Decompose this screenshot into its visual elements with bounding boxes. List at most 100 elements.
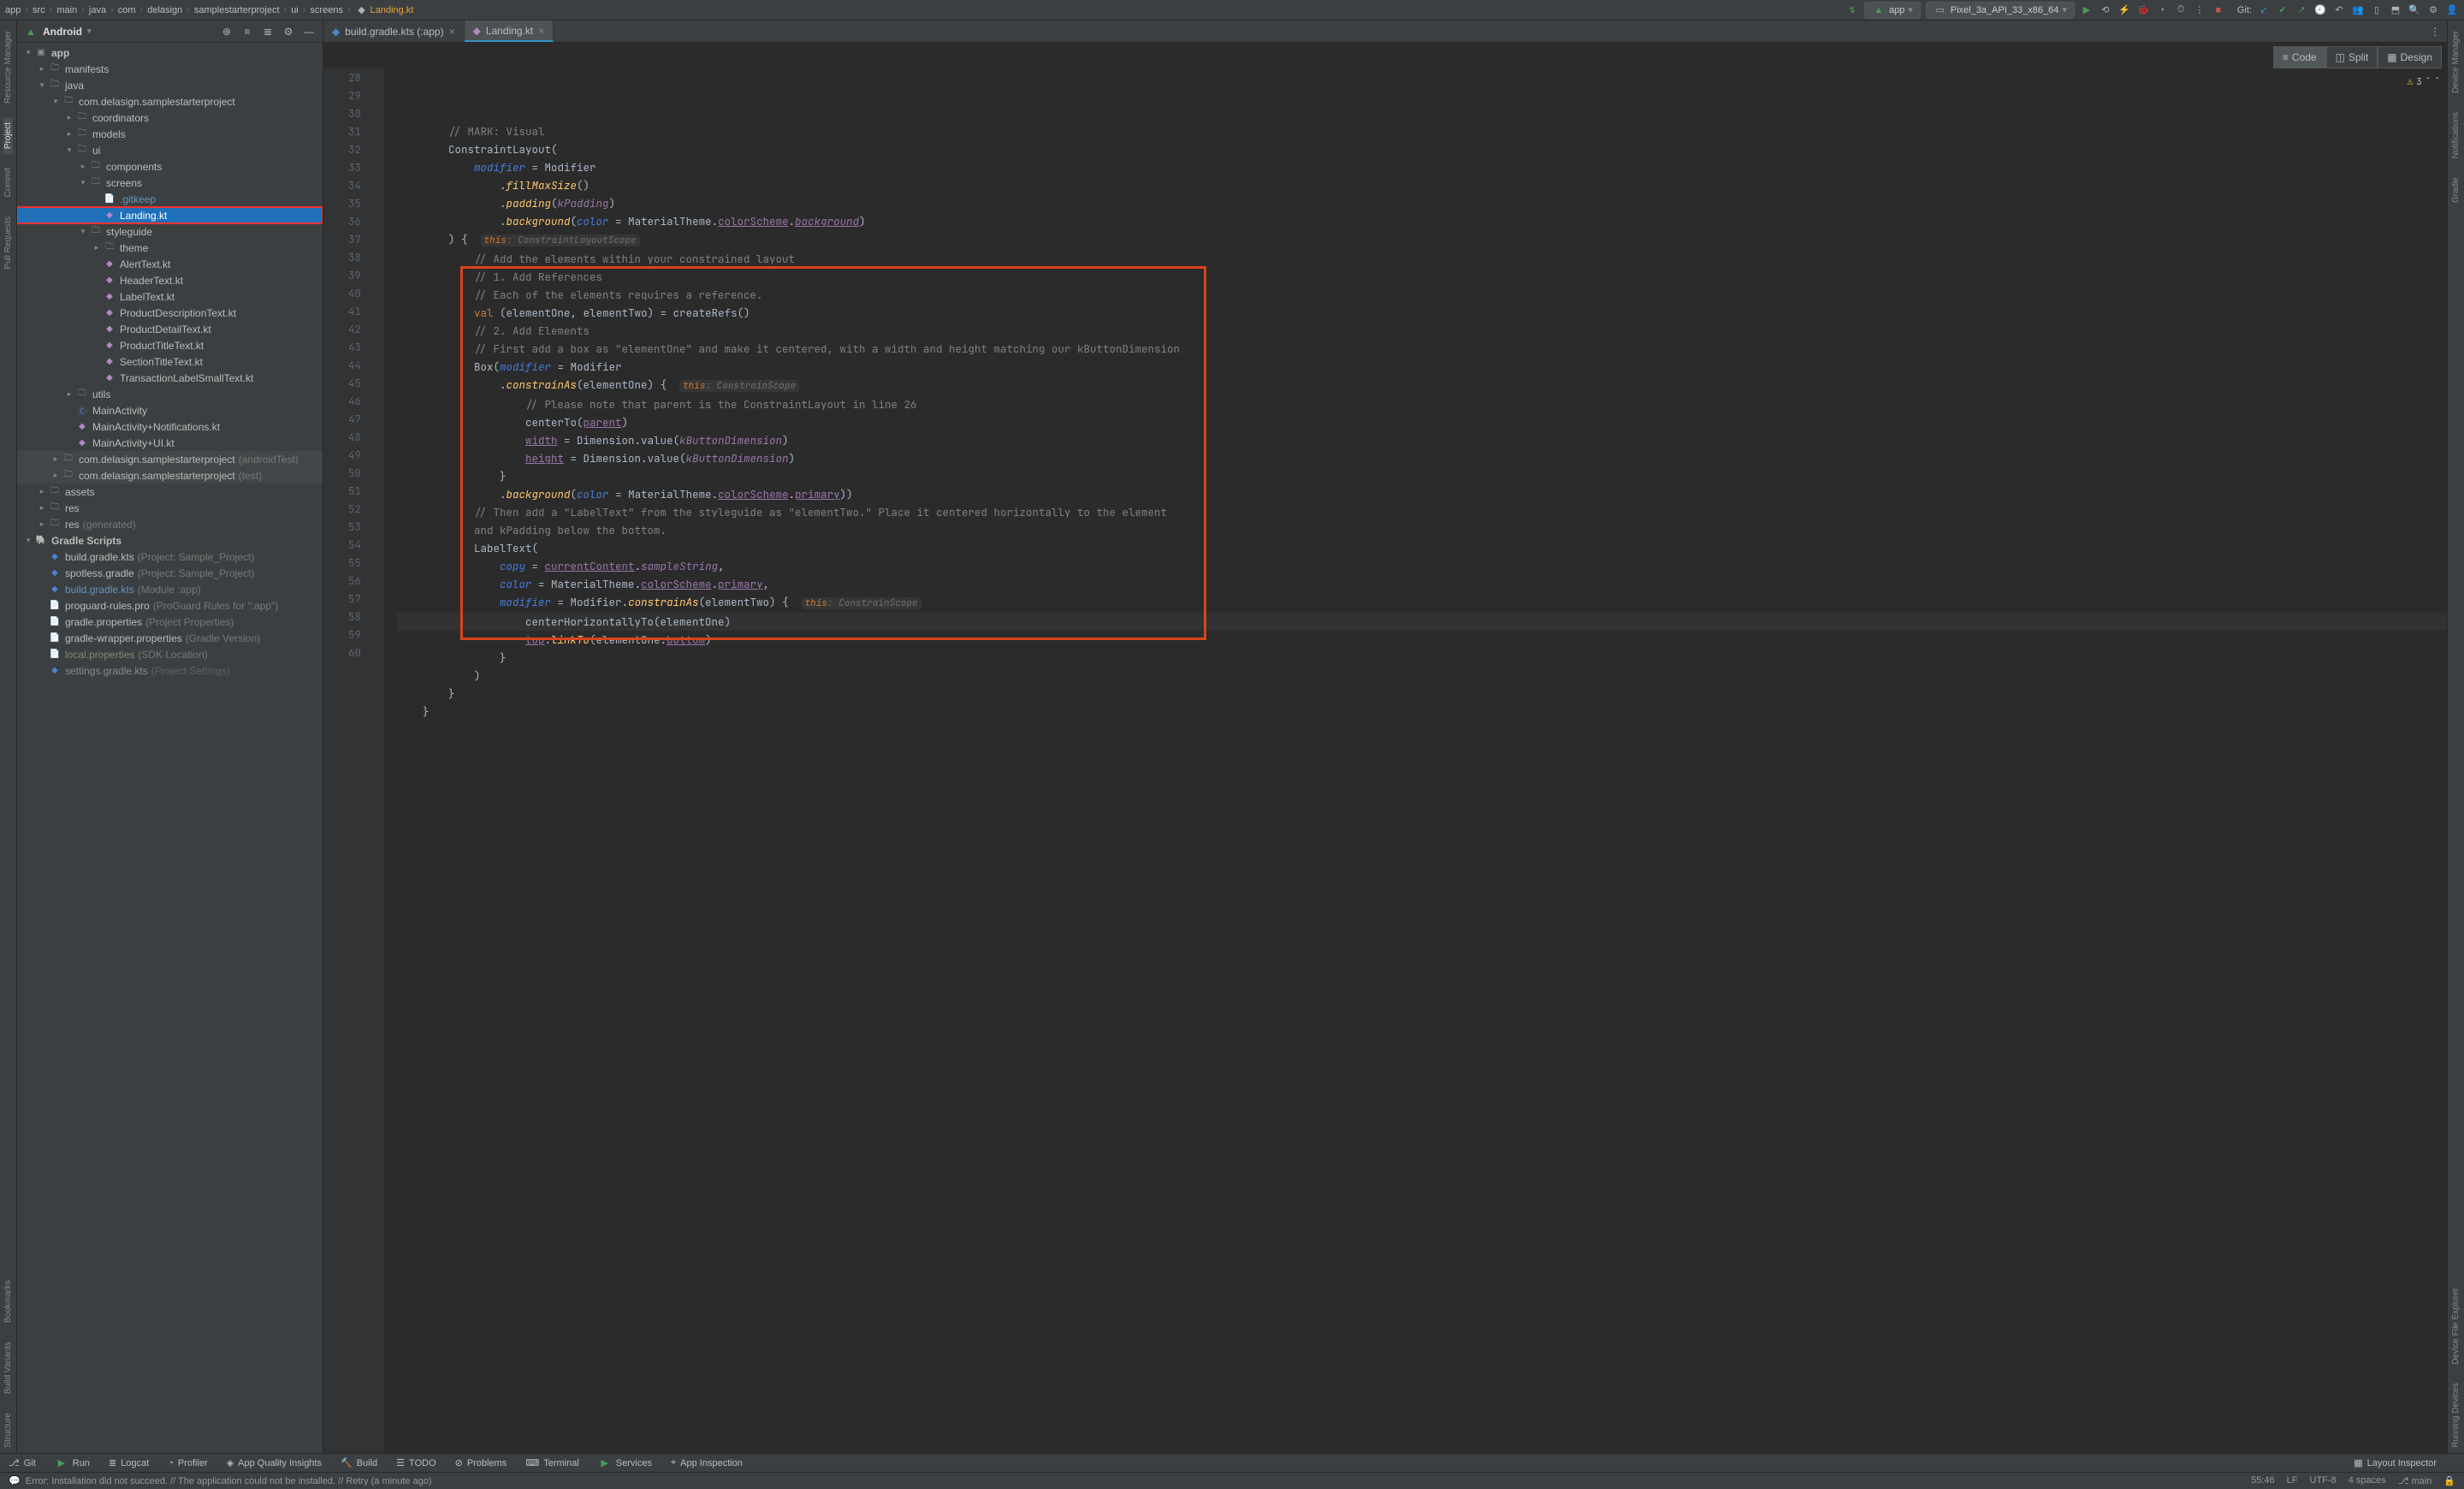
strip-structure[interactable]: Structure bbox=[3, 1408, 13, 1453]
close-icon[interactable]: × bbox=[449, 26, 455, 38]
apply-changes-icon[interactable]: ⟲ bbox=[2099, 3, 2112, 17]
strip-build-variants[interactable]: Build Variants bbox=[3, 1337, 13, 1399]
crumb[interactable]: samplestarterproject bbox=[194, 5, 280, 15]
strip-project[interactable]: Project bbox=[3, 117, 13, 154]
view-design[interactable]: ▦Design bbox=[2378, 46, 2442, 68]
tool-profiler[interactable]: ◔Profiler bbox=[168, 1458, 208, 1468]
caret-position[interactable]: 55:46 bbox=[2251, 1475, 2275, 1486]
tool-git[interactable]: ⎇Git bbox=[9, 1457, 36, 1468]
strip-notifications[interactable]: Notifications bbox=[2451, 107, 2461, 163]
code-editor[interactable]: ⚠3 ˆ ˇ 282930313233343536373839404142434… bbox=[323, 68, 2447, 1453]
tab-menu-icon[interactable]: ⋮ bbox=[2428, 25, 2442, 39]
profile-icon[interactable]: ⏱ bbox=[2174, 3, 2188, 17]
crumb[interactable]: screens bbox=[310, 5, 343, 15]
tool-services[interactable]: ▶Services bbox=[598, 1456, 652, 1470]
strip-resource-manager[interactable]: Resource Manager bbox=[3, 26, 13, 109]
coverage-icon[interactable]: ◔ bbox=[2155, 3, 2169, 17]
chevron-down-icon[interactable]: ˇ bbox=[2434, 74, 2440, 92]
status-message[interactable]: Error: Installation did not succeed. // … bbox=[26, 1476, 432, 1486]
expand-all-icon[interactable]: ≡ bbox=[240, 25, 254, 39]
stop-icon[interactable]: ■ bbox=[2212, 3, 2225, 17]
crumb-active[interactable]: Landing.kt bbox=[370, 5, 414, 15]
tool-terminal[interactable]: ⌨Terminal bbox=[525, 1457, 578, 1468]
tool-todo[interactable]: ☰TODO bbox=[396, 1457, 435, 1468]
kotlin-file-icon: ◆ bbox=[103, 323, 116, 336]
avatar-icon[interactable]: 👤 bbox=[2445, 3, 2459, 17]
collapse-all-icon[interactable]: ≣ bbox=[261, 25, 275, 39]
debug-icon[interactable]: 🐞 bbox=[2136, 3, 2150, 17]
strip-bookmarks[interactable]: Bookmarks bbox=[3, 1275, 13, 1328]
tree-item-landing[interactable]: ◆Landing.kt bbox=[17, 207, 323, 223]
terminal-icon: ⌨ bbox=[525, 1457, 539, 1468]
kotlin-file-icon: ◆ bbox=[103, 209, 116, 222]
history-icon[interactable]: 🕘 bbox=[2313, 3, 2327, 17]
gradle-file-icon: ◆ bbox=[48, 583, 62, 596]
branch-icon: ⎇ bbox=[9, 1457, 20, 1468]
strip-pull-requests[interactable]: Pull Requests bbox=[3, 211, 13, 275]
kotlin-file-icon: ◆ bbox=[103, 290, 116, 304]
tool-layout-inspector[interactable]: ▦Layout Inspector bbox=[2354, 1457, 2437, 1468]
apply-code-icon[interactable]: ⚡ bbox=[2118, 3, 2131, 17]
code-icon: ≡ bbox=[2283, 51, 2289, 63]
crumb[interactable]: com bbox=[118, 5, 136, 15]
tool-run[interactable]: ▶Run bbox=[55, 1456, 90, 1470]
fold-gutter[interactable] bbox=[371, 68, 383, 1453]
rollback-icon[interactable]: ↶ bbox=[2332, 3, 2346, 17]
crumb[interactable]: java bbox=[89, 5, 106, 15]
line-gutter[interactable]: 2829303132333435363738394041424344454647… bbox=[323, 68, 371, 1453]
encoding[interactable]: UTF-8 bbox=[2310, 1475, 2337, 1486]
tool-build[interactable]: 🔨Build bbox=[341, 1457, 377, 1468]
run-config-dropdown[interactable]: ▲app▾ bbox=[1864, 2, 1921, 19]
gradle-icon: 🐘 bbox=[34, 534, 48, 548]
strip-device-manager[interactable]: Device Manager bbox=[2451, 26, 2461, 98]
run-icon[interactable]: ▶ bbox=[2080, 3, 2094, 17]
search-icon[interactable]: 🔍 bbox=[2408, 3, 2421, 17]
kotlin-file-icon: ◆ bbox=[103, 258, 116, 271]
view-split[interactable]: ◫Split bbox=[2326, 46, 2378, 68]
hide-icon[interactable]: — bbox=[302, 25, 316, 39]
tool-problems[interactable]: ⊘Problems bbox=[455, 1457, 507, 1468]
attach-icon[interactable]: ⋮ bbox=[2193, 3, 2206, 17]
chevron-up-icon[interactable]: ˆ bbox=[2426, 74, 2431, 92]
line-sep[interactable]: LF bbox=[2287, 1475, 2298, 1486]
gear-icon[interactable]: ⚙ bbox=[281, 25, 295, 39]
code-with-me-icon[interactable]: 👥 bbox=[2351, 3, 2365, 17]
settings-icon[interactable]: ⚙ bbox=[2426, 3, 2440, 17]
vcs-push-icon[interactable]: ↗ bbox=[2295, 3, 2308, 17]
tool-logcat[interactable]: ≣Logcat bbox=[109, 1457, 149, 1468]
indent[interactable]: 4 spaces bbox=[2348, 1475, 2386, 1486]
crumb[interactable]: main bbox=[56, 5, 77, 15]
package-icon: 🗀 bbox=[75, 128, 89, 141]
package-icon: 🗀 bbox=[103, 241, 116, 255]
strip-gradle[interactable]: Gradle bbox=[2451, 172, 2461, 208]
crumb[interactable]: src bbox=[33, 5, 45, 15]
device-dropdown[interactable]: ▭Pixel_3a_API_33_x86_64▾ bbox=[1926, 2, 2075, 19]
vcs-commit-icon[interactable]: ✔ bbox=[2276, 3, 2289, 17]
tab-landing[interactable]: ◆Landing.kt× bbox=[465, 21, 554, 42]
project-tool-window: ▲ Android ▾ ⊕ ≡ ≣ ⚙ — ▾▣app ▸🗀manifests … bbox=[17, 21, 323, 1453]
inspection-widget[interactable]: ⚠3 ˆ ˇ bbox=[2408, 74, 2440, 92]
lock-icon[interactable]: 🔒 bbox=[2443, 1475, 2455, 1486]
devices-icon[interactable]: ▯ bbox=[2370, 3, 2384, 17]
sync-gradle-icon[interactable]: ↯ bbox=[1845, 3, 1859, 17]
vcs-update-icon[interactable]: ↙ bbox=[2257, 3, 2271, 17]
project-view-dropdown[interactable]: ▲ Android ▾ bbox=[24, 25, 92, 39]
strip-commit[interactable]: Commit bbox=[3, 163, 13, 202]
crumb[interactable]: ui bbox=[291, 5, 299, 15]
crumb[interactable]: delasign bbox=[147, 5, 182, 15]
sdk-icon[interactable]: ⬒ bbox=[2389, 3, 2402, 17]
tool-app-inspection[interactable]: ⌖App Inspection bbox=[671, 1457, 743, 1468]
strip-device-file-explorer[interactable]: Device File Explorer bbox=[2451, 1283, 2461, 1369]
props-icon: 📄 bbox=[48, 632, 62, 645]
select-opened-icon[interactable]: ⊕ bbox=[220, 25, 234, 39]
view-code[interactable]: ≡Code bbox=[2273, 46, 2326, 68]
git-branch[interactable]: ⎇ main bbox=[2398, 1475, 2432, 1486]
strip-running-devices[interactable]: Running Devices bbox=[2451, 1378, 2461, 1453]
tool-aqi[interactable]: ◈App Quality Insights bbox=[227, 1457, 322, 1468]
crumb[interactable]: app bbox=[5, 5, 21, 15]
gradle-file-icon: ◆ bbox=[48, 567, 62, 580]
event-icon[interactable]: 💬 bbox=[9, 1475, 21, 1486]
close-icon[interactable]: × bbox=[538, 25, 544, 37]
tab-build-gradle[interactable]: ◆build.gradle.kts (:app)× bbox=[323, 21, 465, 42]
project-tree[interactable]: ▾▣app ▸🗀manifests ▾🗀java ▾🗀com.delasign.… bbox=[17, 43, 323, 1453]
